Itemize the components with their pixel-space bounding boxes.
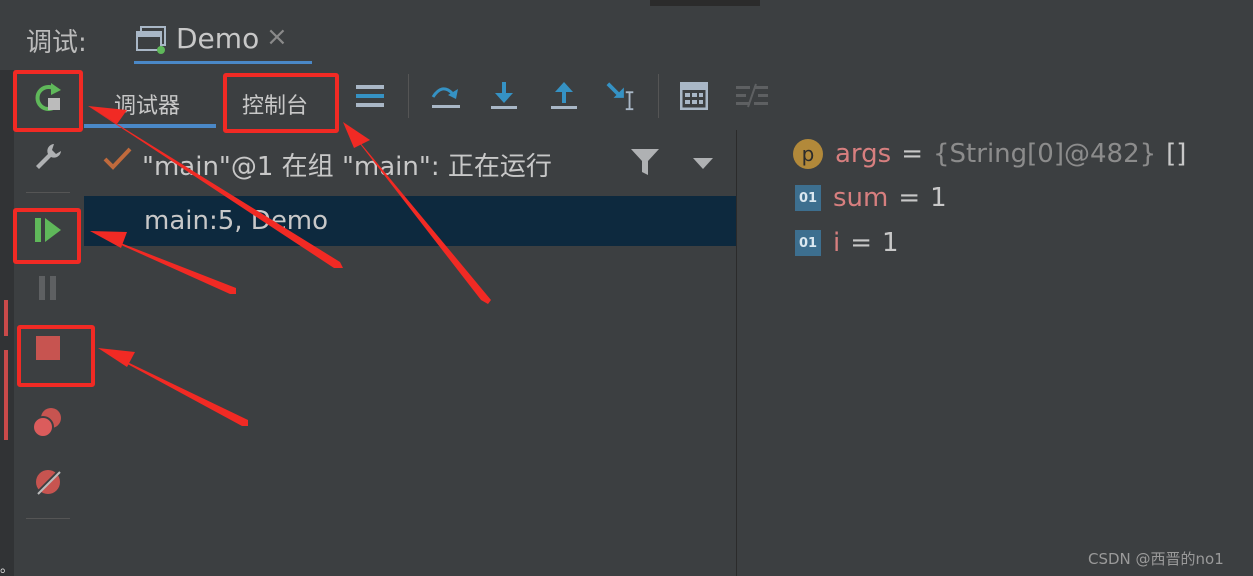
highlight-console	[223, 73, 339, 133]
mute-breakpoints-icon	[34, 468, 62, 496]
variable-extra: []	[1166, 139, 1187, 169]
variable-row[interactable]: 01 i = 1	[793, 223, 899, 263]
trace-icon	[736, 83, 768, 108]
tab-demo-label: Demo	[176, 22, 260, 55]
evaluate-expression-button[interactable]	[678, 80, 710, 112]
equals-sign: =	[898, 183, 921, 213]
trace-button[interactable]	[736, 80, 768, 112]
equals-sign: =	[850, 228, 873, 258]
primitive-icon: 01	[795, 230, 821, 256]
variable-name: sum	[833, 183, 889, 213]
thread-label: "main"@1 在组 "main": 正在运行	[142, 152, 552, 182]
wrench-icon	[36, 144, 61, 169]
step-into-button[interactable]	[488, 80, 520, 112]
left-edge-strip: 。	[0, 70, 14, 576]
layout-icon	[356, 85, 384, 107]
variable-name: i	[833, 228, 841, 258]
debug-side-toolbar	[14, 64, 85, 576]
mute-breakpoints-button[interactable]	[28, 462, 68, 502]
highlight-rerun	[13, 70, 83, 132]
toolbar-separator	[408, 74, 409, 118]
debug-tool-window-header: 调试: Demo ×	[0, 6, 1253, 66]
layout-button[interactable]	[354, 80, 386, 112]
run-to-cursor-button[interactable]	[606, 80, 638, 112]
tab-debugger[interactable]: 调试器	[114, 88, 180, 120]
highlight-stop	[17, 325, 95, 387]
run-to-cursor-icon	[606, 82, 634, 111]
step-out-button[interactable]	[548, 80, 580, 112]
step-into-icon	[491, 82, 517, 109]
toolbar-separator	[26, 518, 70, 519]
pause-icon	[39, 276, 56, 300]
pause-button[interactable]	[28, 268, 68, 308]
view-breakpoints-icon	[32, 408, 61, 438]
frames-panel: "main"@1 在组 "main": 正在运行 main:5, Demo	[84, 130, 737, 576]
frame-row-selected[interactable]: main:5, Demo	[84, 196, 736, 246]
highlight-resume	[13, 208, 81, 264]
step-over-button[interactable]	[430, 80, 462, 112]
frame-label: main:5, Demo	[144, 206, 329, 236]
chevron-down-icon[interactable]	[692, 156, 714, 175]
close-icon[interactable]: ×	[266, 22, 288, 52]
view-breakpoints-button[interactable]	[28, 402, 68, 442]
primitive-icon: 01	[795, 185, 821, 211]
variable-value: 1	[882, 228, 899, 258]
equals-sign: =	[901, 139, 924, 169]
debug-label: 调试:	[26, 28, 87, 58]
check-icon	[102, 146, 134, 176]
tab-demo[interactable]: Demo ×	[132, 12, 312, 64]
thread-selector[interactable]: "main"@1 在组 "main": 正在运行	[84, 130, 736, 194]
window-icon	[136, 26, 168, 58]
filter-icon[interactable]	[630, 148, 660, 180]
settings-button[interactable]	[28, 136, 68, 176]
variable-name: args	[835, 139, 892, 169]
variable-row[interactable]: 01 sum = 1	[793, 178, 947, 218]
subtab-active-underline	[84, 124, 216, 128]
toolbar-separator	[658, 74, 659, 118]
variable-row[interactable]: p args = {String[0]@482} []	[793, 134, 1186, 174]
variable-value: {String[0]@482}	[933, 139, 1157, 169]
toolbar-separator	[26, 192, 70, 193]
parameter-icon: p	[793, 139, 823, 169]
left-edge-glyph: 。	[0, 560, 14, 576]
step-out-icon	[551, 82, 577, 109]
evaluate-icon	[680, 82, 708, 110]
watermark: CSDN @西晋的no1	[1088, 550, 1224, 568]
variable-value: 1	[930, 183, 947, 213]
step-over-icon	[431, 87, 460, 108]
variables-panel: p args = {String[0]@482} [] 01 sum = 1 0…	[737, 130, 1253, 576]
